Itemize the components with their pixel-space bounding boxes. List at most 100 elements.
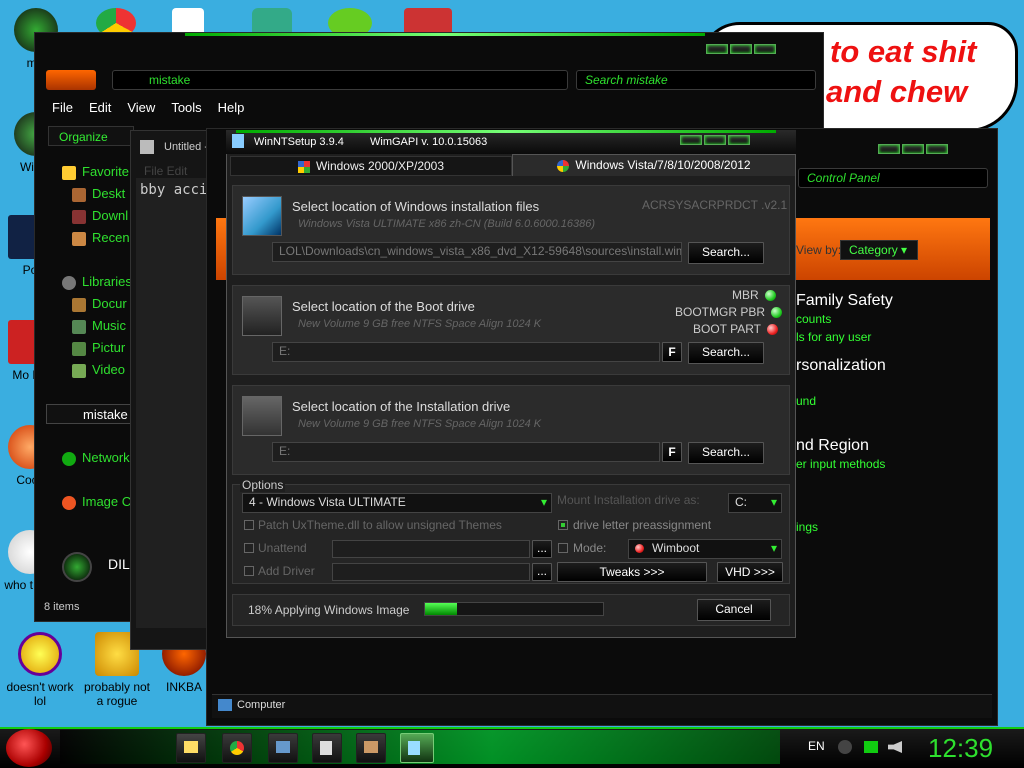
cp-section-region[interactable]: nd Region <box>796 437 869 455</box>
taskbar-folder[interactable] <box>176 733 206 763</box>
nav-network[interactable]: Network <box>62 450 130 466</box>
nav-desktop[interactable]: Deskt <box>72 186 125 202</box>
tab-windows-xp[interactable]: Windows 2000/XP/2003 <box>230 156 512 176</box>
network-tray-icon[interactable] <box>864 741 878 753</box>
nav-arrows[interactable] <box>46 70 96 90</box>
winnt-title-accent <box>236 130 776 133</box>
cp-window-controls[interactable] <box>878 144 948 154</box>
menu-help[interactable]: Help <box>218 100 245 115</box>
nav-downloads[interactable]: Downl <box>72 208 128 224</box>
cp-link[interactable]: ls for any user <box>796 330 871 344</box>
star-icon <box>62 165 76 180</box>
nav-favorites[interactable]: Favorite <box>62 164 129 180</box>
install-drive-subtitle: New Volume 9 GB free NTFS Space Align 10… <box>298 418 542 430</box>
cp-link[interactable]: ings <box>796 520 818 534</box>
title-accent <box>185 33 705 36</box>
mode-label: Mode: <box>573 541 607 555</box>
mode-checkbox[interactable] <box>558 543 568 553</box>
explorer-menu-bar: File Edit View Tools Help <box>44 100 244 115</box>
dropdown-arrow-icon: ▾ <box>770 495 777 509</box>
explorer-address-bar[interactable]: mistake <box>112 70 568 90</box>
boot-search-button[interactable]: Search... <box>688 342 764 364</box>
nav-libraries[interactable]: Libraries <box>62 274 132 290</box>
notepad-icon <box>320 741 332 755</box>
library-icon <box>62 275 76 290</box>
taskbar-tool[interactable] <box>356 733 386 763</box>
taskbar-winntsetup[interactable] <box>400 733 434 763</box>
cp-section-personalization[interactable]: rsonalization <box>796 357 886 375</box>
taskbar-notepad[interactable] <box>312 733 342 763</box>
language-indicator[interactable]: EN <box>808 739 825 753</box>
mode-select[interactable]: Wimboot ▾ <box>628 539 782 559</box>
organize-button[interactable]: Organize <box>48 126 134 146</box>
tab-windows-vista[interactable]: Windows Vista/7/8/10/2008/2012 <box>512 154 796 176</box>
menu-tools[interactable]: Tools <box>171 100 201 115</box>
install-search-button[interactable]: Search... <box>688 242 764 264</box>
nav-documents[interactable]: Docur <box>72 296 127 312</box>
music-icon <box>72 319 86 334</box>
cp-link[interactable]: er input methods <box>796 457 885 471</box>
location-mistake[interactable]: mistake <box>46 404 136 424</box>
add-drivers-input[interactable] <box>332 563 530 581</box>
unattend-input[interactable] <box>332 540 530 558</box>
taskbar-explorer[interactable] <box>268 733 298 763</box>
winnt-title: WinNTSetup 3.9.4 <box>254 136 344 148</box>
unattend-checkbox[interactable] <box>244 543 254 553</box>
tool-icon <box>364 741 378 753</box>
mount-select[interactable]: C: ▾ <box>728 493 782 513</box>
view-by-dropdown[interactable]: Category ▾ <box>840 240 918 260</box>
boot-drive-subtitle: New Volume 9 GB free NTFS Space Align 10… <box>298 318 542 330</box>
cp-section-family[interactable]: Family Safety <box>796 292 893 310</box>
nav-videos[interactable]: Video <box>72 362 125 378</box>
boot-drive-title: Select location of the Boot drive <box>292 299 475 314</box>
patch-uxtheme-checkbox[interactable] <box>244 520 254 530</box>
taskbar-chrome[interactable] <box>222 733 252 763</box>
drivers-browse-button[interactable]: ... <box>532 563 552 581</box>
network-icon <box>62 451 76 466</box>
desktop-icon-yahoo[interactable]: doesn't work lol <box>2 632 78 708</box>
menu-edit[interactable]: Edit <box>89 100 111 115</box>
cp-search-input[interactable]: Control Panel <box>798 168 988 188</box>
install-files-title: Select location of Windows installation … <box>292 199 540 214</box>
add-drivers-checkbox[interactable] <box>244 566 254 576</box>
winnt-window-controls[interactable] <box>680 135 750 145</box>
cp-status: Computer <box>237 699 286 711</box>
install-path-input[interactable]: LOL\Downloads\cn_windows_vista_x86_dvd_X… <box>272 242 682 262</box>
nav-music[interactable]: Music <box>72 318 126 334</box>
menu-file[interactable]: File <box>52 100 73 115</box>
nav-image[interactable]: Image C <box>62 494 131 510</box>
install-disc-icon <box>242 196 282 236</box>
nav-recent[interactable]: Recen <box>72 230 130 246</box>
install-f-button[interactable]: F <box>662 442 682 462</box>
nav-pictures[interactable]: Pictur <box>72 340 125 356</box>
drive-letter-checkbox[interactable] <box>558 520 568 530</box>
start-button[interactable] <box>6 729 52 767</box>
drive-windows-icon <box>242 396 282 436</box>
explorer-window-controls[interactable] <box>706 44 776 54</box>
boot-path-input[interactable]: E: <box>272 342 660 362</box>
tray-icon[interactable] <box>838 740 852 754</box>
edition-select[interactable]: 4 - Windows Vista ULTIMATE ▾ <box>242 493 552 513</box>
boot-f-button[interactable]: F <box>662 342 682 362</box>
chrome-icon <box>230 741 244 755</box>
vhd-button[interactable]: VHD >>> <box>717 562 783 582</box>
speech-line-1: to eat shit <box>830 34 977 69</box>
unattend-browse-button[interactable]: ... <box>532 540 552 558</box>
clock[interactable]: 12:39 <box>928 733 993 764</box>
floppy-icon <box>242 296 282 336</box>
progress-fill <box>425 603 458 615</box>
install-files-code: ACRSYSACRPRDCT .v2.1 <box>642 198 788 212</box>
cancel-button[interactable]: Cancel <box>697 599 771 621</box>
menu-view[interactable]: View <box>127 100 155 115</box>
cp-link[interactable]: counts <box>796 312 831 326</box>
cp-link[interactable]: und <box>796 394 816 408</box>
picture-icon <box>72 341 86 356</box>
install-drive-input[interactable]: E: <box>272 442 660 462</box>
install-drive-search-button[interactable]: Search... <box>688 442 764 464</box>
notepad-icon <box>140 140 154 154</box>
wimgapi-version: WimGAPI v. 10.0.15063 <box>370 136 488 148</box>
winnt-app-icon <box>232 134 244 148</box>
explorer-search-input[interactable]: Search mistake <box>576 70 816 90</box>
explorer-status: 8 items <box>44 601 80 613</box>
tweaks-button[interactable]: Tweaks >>> <box>557 562 707 582</box>
